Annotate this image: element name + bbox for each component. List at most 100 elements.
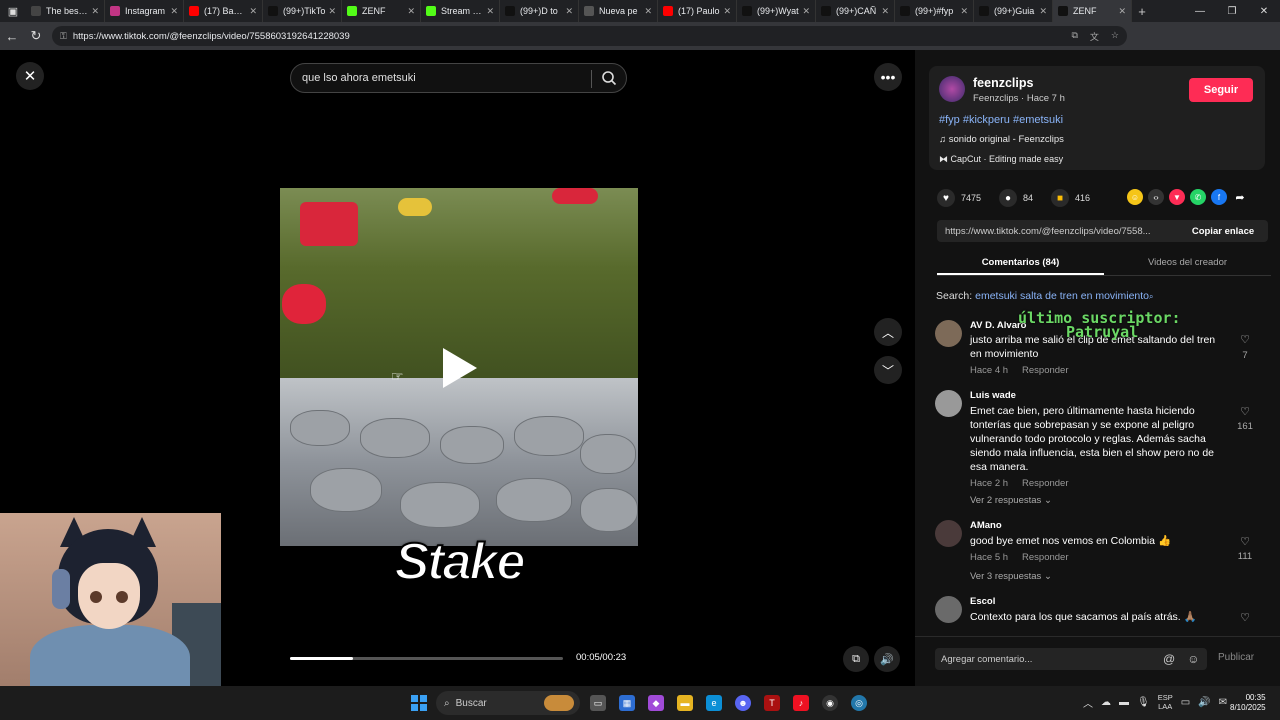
share-link-field[interactable]: https://www.tiktok.com/@feenzclips/video… xyxy=(937,220,1268,242)
reply-button[interactable]: Responder xyxy=(1022,552,1068,563)
minimize-icon[interactable]: — xyxy=(1184,6,1216,17)
tiktok-app-icon[interactable]: ♪ xyxy=(793,695,809,711)
browser-tab[interactable]: ZENF ✕ xyxy=(342,0,421,22)
facebook-icon[interactable]: f xyxy=(1211,189,1227,205)
browser-tab[interactable]: (17) Bad B ✕ xyxy=(184,0,263,22)
tray-overflow-icon[interactable]: ︿ xyxy=(1083,695,1093,710)
tab-close-icon[interactable]: ✕ xyxy=(723,6,731,17)
task-view-icon[interactable]: ▭ xyxy=(590,695,606,711)
comment-author[interactable]: Escol xyxy=(970,596,995,607)
close-icon[interactable]: ✕ xyxy=(16,62,44,90)
repost-icon[interactable]: ☺ xyxy=(1127,189,1143,205)
like-heart-icon[interactable]: ♥ xyxy=(937,189,955,207)
bookmark-icon[interactable]: ■ xyxy=(1051,189,1070,207)
globe-app-icon[interactable]: ◎ xyxy=(851,695,867,711)
discord-icon[interactable]: ☻ xyxy=(735,695,751,711)
browser-tab[interactable]: Nueva pe ✕ xyxy=(579,0,658,22)
open-in-app-icon[interactable]: ⧉ xyxy=(1071,30,1077,43)
comment-like-icon[interactable]: ♡ xyxy=(1235,333,1255,346)
tab-close-icon[interactable]: ✕ xyxy=(1039,6,1047,17)
view-replies-button[interactable]: Ver 2 respuestas ⌄ xyxy=(970,495,1052,506)
browser-tab[interactable]: (99+)Wyat ✕ xyxy=(737,0,816,22)
avatar[interactable] xyxy=(935,520,962,547)
video-player[interactable]: que lso ahora emetsuki Stake 00:05/00:23 xyxy=(280,50,638,686)
hashtags[interactable]: #fyp #kickperu #emetsuki xyxy=(939,114,1063,126)
tab-close-icon[interactable]: ✕ xyxy=(249,6,257,17)
browser-tab[interactable]: The best C ✕ xyxy=(26,0,105,22)
reply-button[interactable]: Responder xyxy=(1022,478,1068,489)
maximize-icon[interactable]: ❐ xyxy=(1216,6,1248,17)
browser-tab[interactable]: (99+)D to ✕ xyxy=(500,0,579,22)
avatar[interactable] xyxy=(935,320,962,347)
tab-close-icon[interactable]: ✕ xyxy=(170,6,178,17)
avatar[interactable] xyxy=(935,390,962,417)
tab-actions-icon[interactable]: ▣ xyxy=(0,0,26,22)
publish-button[interactable]: Publicar xyxy=(1218,652,1254,663)
tab-comments[interactable]: Comentarios (84) xyxy=(937,252,1104,275)
reply-button[interactable]: Responder xyxy=(1022,365,1068,376)
next-video-icon[interactable]: ﹀ xyxy=(874,356,902,384)
back-icon[interactable]: ← xyxy=(0,29,24,44)
obs-icon[interactable]: ◉ xyxy=(822,695,838,711)
browser-tab[interactable]: (99+)#fyp ✕ xyxy=(895,0,974,22)
copy-link-button[interactable]: Copiar enlace xyxy=(1178,220,1268,242)
tab-close-icon[interactable]: ✕ xyxy=(881,6,889,17)
reload-icon[interactable]: ↻ xyxy=(24,28,48,44)
tab-close-icon[interactable]: ✕ xyxy=(328,6,336,17)
mention-icon[interactable]: @ xyxy=(1163,652,1175,666)
volume-icon[interactable]: 🔊 xyxy=(874,646,900,672)
emoji-icon[interactable]: ☺ xyxy=(1187,652,1199,666)
system-clock[interactable]: 00:35 8/10/2025 xyxy=(1230,693,1266,713)
browser-tab[interactable]: (99+)TikTo ✕ xyxy=(263,0,342,22)
browser-tab[interactable]: (99+)Guia ✕ xyxy=(974,0,1053,22)
send-icon[interactable]: ▼ xyxy=(1169,189,1185,205)
browser-tab[interactable]: Instagram ✕ xyxy=(105,0,184,22)
tab-creator-videos[interactable]: Videos del creador xyxy=(1104,252,1271,275)
mic-icon[interactable]: 🎙 xyxy=(1137,697,1150,708)
related-search[interactable]: Search: emetsuki salta de tren en movimi… xyxy=(936,290,1154,302)
comment-like-icon[interactable]: ♡ xyxy=(1235,405,1255,418)
tab-close-icon[interactable]: ✕ xyxy=(1118,6,1126,17)
notification-icon[interactable]: ✉ xyxy=(1219,697,1227,708)
file-explorer-icon[interactable]: ▬ xyxy=(677,695,693,711)
tab-close-icon[interactable]: ✕ xyxy=(565,6,573,17)
related-search-query[interactable]: emetsuki salta de tren en movimiento xyxy=(975,290,1149,302)
embed-icon[interactable]: ‹› xyxy=(1148,189,1164,205)
follow-button[interactable]: Seguir xyxy=(1189,78,1253,102)
tab-close-icon[interactable]: ✕ xyxy=(407,6,415,17)
tab-close-icon[interactable]: ✕ xyxy=(91,6,99,17)
browser-tab[interactable]: (99+)CAÑ ✕ xyxy=(816,0,895,22)
tab-close-icon[interactable]: ✕ xyxy=(802,6,810,17)
play-icon[interactable] xyxy=(443,348,477,388)
comment-like-icon[interactable]: ♡ xyxy=(1235,535,1255,548)
browser-tab[interactable]: ZENF ✕ xyxy=(1053,0,1132,22)
comment-like-icon[interactable]: ♡ xyxy=(1235,611,1255,624)
avatar[interactable] xyxy=(935,596,962,623)
new-tab-button[interactable]: + xyxy=(1132,4,1152,19)
tab-close-icon[interactable]: ✕ xyxy=(486,6,494,17)
start-menu-icon[interactable] xyxy=(411,695,427,711)
capcut-link[interactable]: ⧓ CapCut · Editing made easy xyxy=(939,154,1063,165)
search-input[interactable]: que lso ahora emetsuki xyxy=(290,63,627,93)
tf-app-icon[interactable]: T xyxy=(764,695,780,711)
bookmark-star-icon[interactable]: ☆ xyxy=(1111,30,1119,43)
taskbar-search[interactable]: ⌕ Buscar xyxy=(436,691,580,715)
browser-tab[interactable]: Stream - K ✕ xyxy=(421,0,500,22)
edge-browser-icon[interactable]: e xyxy=(706,695,722,711)
tab-close-icon[interactable]: ✕ xyxy=(644,6,652,17)
folder-tray-icon[interactable]: ▬ xyxy=(1119,697,1129,708)
sound-link[interactable]: ♫ sonido original - Feenzclips xyxy=(939,134,1064,145)
onedrive-icon[interactable]: ☁ xyxy=(1101,697,1111,708)
comment-author[interactable]: Luis wade xyxy=(970,390,1016,401)
site-info-icon[interactable]: ⚿ xyxy=(60,31,67,42)
floating-player-icon[interactable]: ⧉ xyxy=(843,646,869,672)
browser-tab[interactable]: (17) Paulo ✕ xyxy=(658,0,737,22)
avatar[interactable] xyxy=(939,76,965,102)
network-icon[interactable]: ▭ xyxy=(1181,697,1190,708)
speaker-icon[interactable]: 🔊 xyxy=(1198,697,1210,708)
translate-icon[interactable]: 文 xyxy=(1090,30,1099,43)
close-window-icon[interactable]: ✕ xyxy=(1248,6,1280,17)
more-options-icon[interactable]: ••• xyxy=(874,63,902,91)
video-progress-bar[interactable] xyxy=(290,657,563,660)
comment-icon[interactable]: ● xyxy=(999,189,1018,207)
